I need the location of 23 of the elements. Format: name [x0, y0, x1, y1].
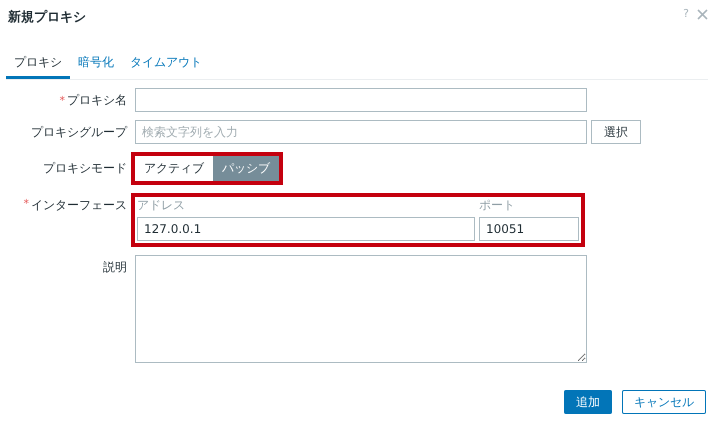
tab[interactable]: 暗号化: [70, 48, 122, 79]
mode-option[interactable]: パッシブ: [213, 156, 279, 181]
address-field[interactable]: 127.0.0.1: [137, 217, 475, 241]
field-label: プロキシグループ: [31, 124, 127, 140]
field-label: 説明: [103, 259, 127, 276]
field-label: インターフェース: [31, 197, 127, 214]
description-field[interactable]: [135, 255, 587, 363]
port-field[interactable]: 10051: [479, 217, 579, 241]
column-label: ポート: [479, 197, 516, 213]
add-button[interactable]: 追加: [564, 390, 612, 414]
search-field[interactable]: 検索文字列を入力: [135, 120, 587, 144]
required-mark: *: [60, 94, 65, 106]
input-field[interactable]: [135, 88, 587, 112]
select-button[interactable]: 選択: [591, 120, 641, 144]
dialog-title: 新規プロキシ: [8, 8, 86, 27]
required-mark: *: [24, 197, 29, 210]
cancel-button[interactable]: キャンセル: [622, 390, 706, 414]
tab[interactable]: プロキシ: [6, 48, 70, 79]
close-icon[interactable]: [697, 9, 708, 20]
field-label: プロキシ名: [67, 92, 127, 108]
field-label: プロキシモード: [43, 160, 127, 177]
column-label: アドレス: [137, 197, 186, 213]
tab[interactable]: タイムアウト: [122, 48, 210, 79]
